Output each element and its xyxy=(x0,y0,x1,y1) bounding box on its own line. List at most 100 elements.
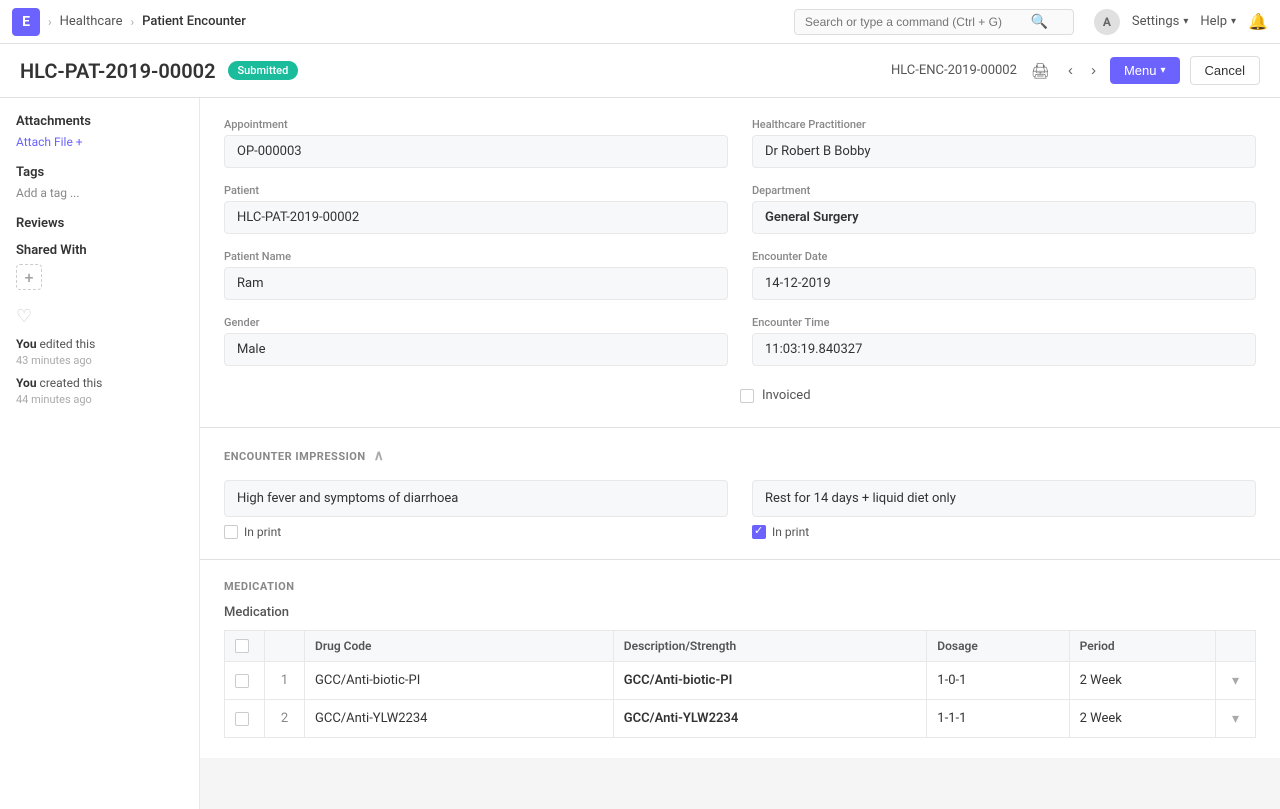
treatment-field: Rest for 14 days + liquid diet only In p… xyxy=(752,480,1256,539)
row-drug-code-1: GCC/Anti-YLW2234 xyxy=(305,700,614,738)
help-link[interactable]: Help ▾ xyxy=(1200,14,1236,29)
like-icon[interactable]: ♡ xyxy=(16,306,183,327)
treatment-print-label: In print xyxy=(772,525,809,539)
col-period: Period xyxy=(1069,631,1215,662)
shared-with-title: Shared With xyxy=(16,243,183,258)
row-dropdown-0[interactable]: ▾ xyxy=(1226,670,1245,691)
medication-table: Drug Code Description/Strength Dosage Pe… xyxy=(224,630,1256,738)
practitioner-field: Healthcare Practitioner Dr Robert B Bobb… xyxy=(752,118,1256,168)
tags-title: Tags xyxy=(16,165,183,180)
treatment-value: Rest for 14 days + liquid diet only xyxy=(752,480,1256,517)
print-button[interactable]: 🖨 xyxy=(1027,58,1054,84)
col-drug-code: Drug Code xyxy=(305,631,614,662)
encounter-impression-card: ENCOUNTER IMPRESSION ∧ High fever and sy… xyxy=(200,428,1280,560)
add-tag-action[interactable]: Add a tag ... xyxy=(16,186,183,200)
medication-sub-title: Medication xyxy=(224,605,1256,620)
encounter-time-label: Encounter Time xyxy=(752,316,1256,329)
gender-label: Gender xyxy=(224,316,728,329)
encounter-impression-toggle[interactable]: ∧ xyxy=(374,448,385,464)
form-grid: Appointment OP-000003 Healthcare Practit… xyxy=(224,118,1256,366)
encounter-form-card: Appointment OP-000003 Healthcare Practit… xyxy=(200,98,1280,428)
department-label: Department xyxy=(752,184,1256,197)
encounter-time-value: 11:03:19.840327 xyxy=(752,333,1256,366)
row-description-1: GCC/Anti-YLW2234 xyxy=(613,700,927,738)
page-title: HLC-PAT-2019-00002 xyxy=(20,59,216,83)
complaint-print-row: In print xyxy=(224,525,728,539)
col-description: Description/Strength xyxy=(613,631,927,662)
encounter-date-field: Encounter Date 14-12-2019 xyxy=(752,250,1256,300)
encounter-id: HLC-ENC-2019-00002 xyxy=(891,63,1017,78)
appointment-value: OP-000003 xyxy=(224,135,728,168)
row-checkbox-1[interactable] xyxy=(235,712,249,726)
patient-field: Patient HLC-PAT-2019-00002 xyxy=(224,184,728,234)
table-row: 1 GCC/Anti-biotic-PI GCC/Anti-biotic-PI … xyxy=(225,662,1256,700)
invoiced-field: Invoiced xyxy=(740,384,1256,407)
table-header-row: Drug Code Description/Strength Dosage Pe… xyxy=(225,631,1256,662)
attach-file-action[interactable]: Attach File + xyxy=(16,135,183,149)
search-bar[interactable]: 🔍 xyxy=(794,9,1074,35)
notification-bell-icon[interactable]: 🔔 xyxy=(1248,12,1268,31)
app-logo: E xyxy=(12,8,40,36)
invoiced-label: Invoiced xyxy=(762,388,811,403)
invoiced-checkbox[interactable] xyxy=(740,389,754,403)
page-header: HLC-PAT-2019-00002 Submitted HLC-ENC-201… xyxy=(0,44,1280,98)
complaint-print-checkbox[interactable] xyxy=(224,525,238,539)
avatar: A xyxy=(1094,9,1120,35)
medication-section-title: MEDICATION xyxy=(224,580,1256,593)
row-period-1: 2 Week xyxy=(1069,700,1215,738)
navbar-actions: A Settings ▾ Help ▾ 🔔 xyxy=(1094,9,1268,35)
row-drug-code-0: GCC/Anti-biotic-PI xyxy=(305,662,614,700)
patient-name-label: Patient Name xyxy=(224,250,728,263)
treatment-print-row: In print xyxy=(752,525,1256,539)
patient-label: Patient xyxy=(224,184,728,197)
col-num xyxy=(265,631,305,662)
appointment-field: Appointment OP-000003 xyxy=(224,118,728,168)
header-actions: HLC-ENC-2019-00002 🖨 ‹ › Menu ▾ Cancel xyxy=(891,56,1260,85)
status-badge: Submitted xyxy=(228,61,299,80)
treatment-print-checkbox[interactable] xyxy=(752,525,766,539)
row-period-0: 2 Week xyxy=(1069,662,1215,700)
encounter-time-field: Encounter Time 11:03:19.840327 xyxy=(752,316,1256,366)
table-row: 2 GCC/Anti-YLW2234 GCC/Anti-YLW2234 1-1-… xyxy=(225,700,1256,738)
attachments-title: Attachments xyxy=(16,114,183,129)
appointment-label: Appointment xyxy=(224,118,728,131)
row-checkbox-0[interactable] xyxy=(235,674,249,688)
col-actions xyxy=(1215,631,1255,662)
row-dosage-1: 1-1-1 xyxy=(927,700,1069,738)
row-dropdown-1[interactable]: ▾ xyxy=(1226,708,1245,729)
select-all-checkbox[interactable] xyxy=(235,639,249,653)
shared-with-add-button[interactable]: + xyxy=(16,264,42,290)
search-icon: 🔍 xyxy=(1031,14,1048,30)
practitioner-label: Healthcare Practitioner xyxy=(752,118,1256,131)
reviews-title: Reviews xyxy=(16,216,183,231)
settings-link[interactable]: Settings ▾ xyxy=(1132,14,1189,29)
main-content: Appointment OP-000003 Healthcare Practit… xyxy=(200,98,1280,809)
complaint-print-label: In print xyxy=(244,525,281,539)
layout: Attachments Attach File + Tags Add a tag… xyxy=(0,98,1280,809)
col-checkbox xyxy=(225,631,265,662)
breadcrumb-healthcare[interactable]: Healthcare xyxy=(60,14,123,29)
encounter-date-label: Encounter Date xyxy=(752,250,1256,263)
cancel-button[interactable]: Cancel xyxy=(1190,56,1260,85)
gender-value: Male xyxy=(224,333,728,366)
row-num-0: 1 xyxy=(265,662,305,700)
breadcrumb-chevron1: › xyxy=(48,15,52,29)
breadcrumb-patient-encounter: Patient Encounter xyxy=(142,14,246,29)
medication-card: MEDICATION Medication Drug Code Descript… xyxy=(200,560,1280,758)
activity-item-2: You created this 44 minutes ago xyxy=(16,374,183,409)
next-button[interactable]: › xyxy=(1087,58,1100,83)
activity-item-1: You edited this 43 minutes ago xyxy=(16,335,183,370)
impression-grid: High fever and symptoms of diarrhoea In … xyxy=(224,480,1256,539)
sidebar: Attachments Attach File + Tags Add a tag… xyxy=(0,98,200,809)
row-dosage-0: 1-0-1 xyxy=(927,662,1069,700)
department-value: General Surgery xyxy=(752,201,1256,234)
practitioner-value: Dr Robert B Bobby xyxy=(752,135,1256,168)
complaint-field: High fever and symptoms of diarrhoea In … xyxy=(224,480,728,539)
row-description-0: GCC/Anti-biotic-PI xyxy=(613,662,927,700)
menu-button[interactable]: Menu ▾ xyxy=(1110,57,1180,84)
search-input[interactable] xyxy=(805,15,1025,29)
patient-value: HLC-PAT-2019-00002 xyxy=(224,201,728,234)
prev-button[interactable]: ‹ xyxy=(1064,58,1077,83)
complaint-value: High fever and symptoms of diarrhoea xyxy=(224,480,728,517)
col-dosage: Dosage xyxy=(927,631,1069,662)
